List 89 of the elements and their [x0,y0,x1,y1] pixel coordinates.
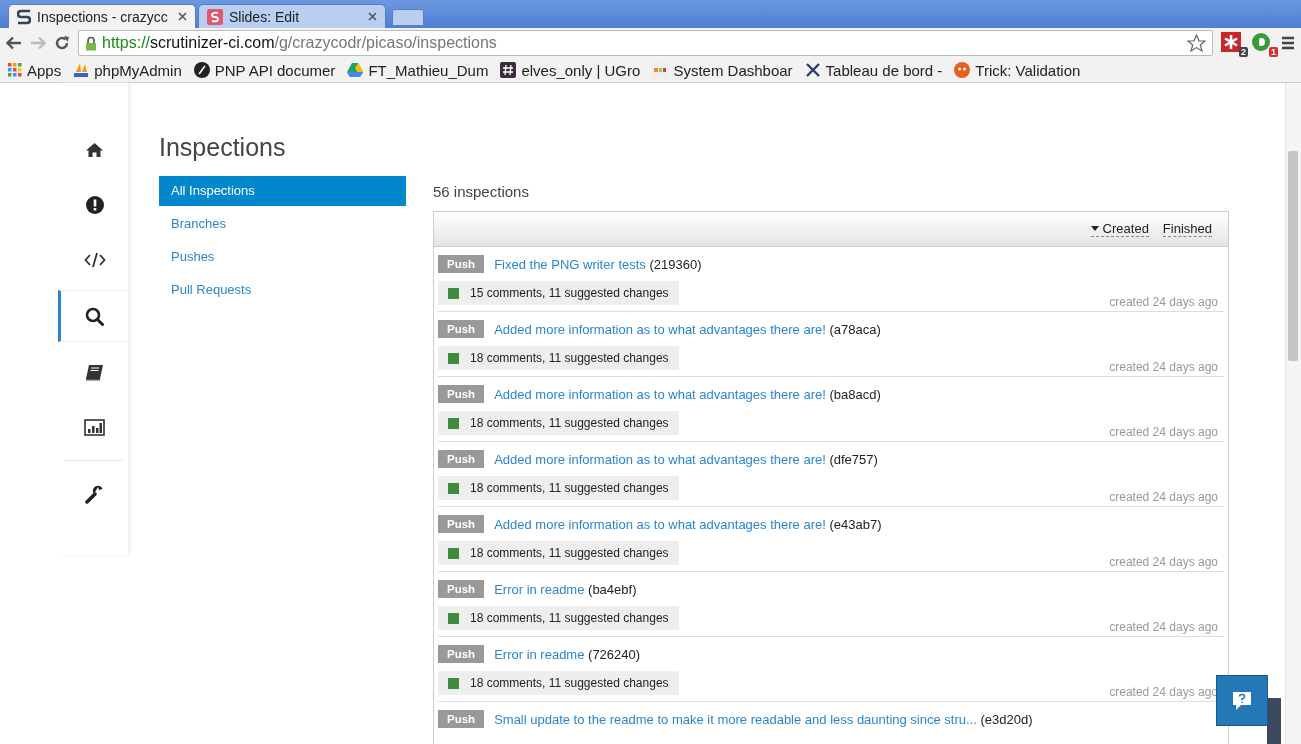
inspection-link[interactable]: Added more information as to what advantages there are! [494,516,826,532]
bookmark-link[interactable]: PNP API documer [214,61,336,79]
nav-link[interactable]: Branches [159,209,406,239]
ring-icon[interactable] [1251,32,1271,52]
chart-icon [84,418,105,436]
nav-link[interactable]: Pull Requests [159,275,406,305]
created-time: created 24 days ago [1109,360,1218,374]
bookmark-link[interactable]: elves_only | UGro [521,61,641,79]
nav-link[interactable]: All Inspections [159,176,406,206]
menu-icon[interactable] [1281,36,1295,50]
inspection-link[interactable]: Added more information as to what advantages there are! [494,386,826,402]
bookmark-link[interactable]: Trick: Validation [975,61,1081,79]
commit-ref: (726240) [588,646,641,662]
type-label: Push [438,580,485,598]
commit-ref: (a78aca) [829,321,881,337]
inspection-stats: 18 comments, 11 suggested changes [438,411,679,435]
inspection-link[interactable]: Added more information as to what advantages there are! [494,451,826,467]
inspection-link[interactable]: Error in readme [494,646,585,662]
home-icon [85,142,104,158]
hash-icon [500,62,517,78]
type-label: Push [438,450,485,468]
type-label: Push [438,645,485,663]
created-time: created 24 days ago [1109,555,1218,569]
book-icon [85,363,104,381]
help-button[interactable] [1216,675,1268,726]
created-time: created 24 days ago [1109,425,1218,439]
commit-ref: (e3d20d) [980,711,1033,727]
fox-icon [954,62,971,78]
padlock-icon [85,35,97,51]
code-icon [83,252,106,268]
type-label: Push [438,320,485,338]
speech-bubble-icon [1231,689,1253,712]
caret-icon [1090,226,1099,231]
sort-link[interactable]: Finished [1162,221,1212,237]
asterisk-icon[interactable] [1221,32,1241,52]
page-title: Inspections [159,133,287,162]
search-icon [85,306,104,326]
sidebar-item[interactable] [58,290,128,342]
inspection-stats: 18 comments, 11 suggested changes [438,671,679,695]
inspection-count: 56 inspections [433,183,530,200]
close-icon[interactable] [368,12,377,21]
inspection-link[interactable]: Small update to the readme to make it more readable and less daunting since stru... [494,711,977,727]
inspection-stats: 15 comments, 11 suggested changes [438,281,679,305]
created-time: created 24 days ago [1109,490,1218,504]
inspection-stats: 18 comments, 11 suggested changes [438,476,679,500]
inspection-stats: 18 comments, 11 suggested changes [438,541,679,565]
browser-tab[interactable]: Slides: Edit [198,4,386,28]
bookmark-link[interactable]: FT_Mathieu_Dum [368,61,489,79]
commit-ref: (e43ab7) [829,516,882,532]
sort-link[interactable]: Created [1090,221,1149,237]
alert-icon [85,196,104,214]
star-icon[interactable] [1187,34,1206,52]
wrench-icon [85,484,104,504]
scrollbar[interactable] [1285,83,1301,744]
inspection-link[interactable]: Added more information as to what advantages there are! [494,321,826,337]
type-label: Push [438,255,485,273]
s-logo-icon [17,8,31,25]
inspection-link[interactable]: Fixed the PNG writer tests [494,256,646,272]
close-icon[interactable] [178,12,187,21]
apps-grid-icon [8,63,22,77]
commit-ref: (dfe757) [829,451,878,467]
browser-tab[interactable]: Inspections - crazycc [8,4,196,28]
address-bar[interactable]: https://scrutinizer-ci.com/g/crazycodr/picaso/inspections [78,30,1213,56]
bookmark-link[interactable]: Apps [27,61,62,79]
disc-icon [193,62,210,78]
inspection-stats: 18 comments, 11 suggested changes [438,346,679,370]
created-time: created 24 days ago [1109,295,1218,309]
nav-link[interactable]: Pushes [159,242,406,272]
commit-ref: (ba4ebf) [588,581,637,597]
created-time: created 24 days ago [1109,620,1218,634]
inspection-link[interactable]: Error in readme [494,581,585,597]
slides-logo-icon [207,8,223,25]
bookmark-link[interactable]: Tableau de bord - [825,61,943,79]
type-label: Push [438,515,485,533]
sail-icon [73,62,90,78]
new-tab-button[interactable] [392,9,424,26]
commit-ref: (ba8acd) [829,386,881,402]
bookmark-link[interactable]: System Dashboar [673,61,793,79]
commit-ref: (219360) [649,256,702,272]
reload-icon[interactable] [54,35,70,51]
inspection-stats: 18 comments, 11 suggested changes [438,606,679,630]
type-label: Push [438,385,485,403]
triangle-icon [347,63,364,77]
back-arrow-icon[interactable] [6,36,22,50]
crossed-tools-icon [804,62,821,78]
bookmark-link[interactable]: phpMyAdmin [94,61,182,79]
count-badge: 2 [1239,47,1248,57]
type-label: Push [438,710,485,728]
count-badge: 1 [1269,47,1278,57]
